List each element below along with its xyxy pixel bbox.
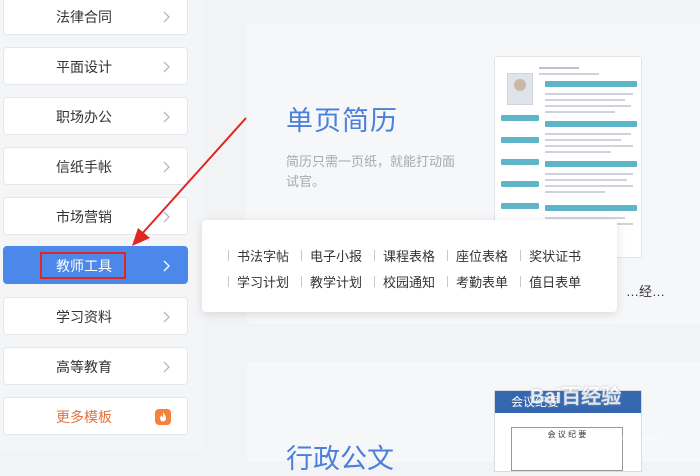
sidebar-item-label: 市场营销 [56,209,112,225]
resume-line [545,93,633,95]
template-card-document[interactable]: 行政公文 会议纪要 会 议 纪 要 [246,362,700,474]
resume-line [545,139,621,141]
resume-line [545,179,627,181]
resume-section-bar [545,81,637,87]
sidebar-item-study-materials[interactable]: 学习资料 [3,297,188,335]
chevron-right-icon [163,111,170,123]
resume-line [545,173,633,175]
submenu-item-timetable[interactable]: 课程表格 [374,246,435,265]
submenu-item-certificate[interactable]: 奖状证书 [520,246,581,265]
card-title: 行政公文 [286,444,394,474]
submenu-item-calligraphy[interactable]: 书法字帖 [228,246,289,265]
chevron-right-icon [163,260,170,272]
teacher-tools-submenu: 书法字帖 电子小报 课程表格 座位表格 奖状证书 学习计划 教学计划 校园通知 … [202,220,617,312]
fire-icon [155,409,171,425]
sidebar-item-graphic-design[interactable]: 平面设计 [3,47,188,85]
card-title: 单页简历 [286,106,398,136]
watermark-url: jingyan.baidu.com [586,432,659,442]
resume-line [545,99,625,101]
card-description: 简历只需一页纸，就能打动面试官。 [286,154,456,189]
highlight-box [40,252,126,279]
resume-line [539,67,579,69]
sidebar-item-more-templates[interactable]: 更多模板 [3,397,188,435]
submenu-item-teaching-plan[interactable]: 教学计划 [301,272,362,291]
sidebar-item-legal[interactable]: 法律合同 [3,0,188,35]
sidebar-item-label: 高等教育 [56,359,112,375]
chevron-right-icon [163,211,170,223]
chevron-right-icon [163,361,170,373]
resume-line [545,151,611,153]
sidebar-item-label: 信纸手帐 [56,159,112,175]
resume-line [545,145,633,147]
watermark: Bai百经验 [530,386,622,408]
resume-line [539,73,599,75]
resume-line [545,105,631,107]
resume-section-bar [545,205,637,211]
submenu-row: 学习计划 教学计划 校园通知 考勤表单 值日表单 [228,272,581,291]
sidebar-item-marketing[interactable]: 市场营销 [3,197,188,235]
sidebar-item-label: 学习资料 [56,309,112,325]
resume-line [545,185,633,187]
resume-line [545,111,615,113]
sidebar-item-office[interactable]: 职场办公 [3,97,188,135]
submenu-item-duty-roster[interactable]: 值日表单 [520,272,581,291]
sidebar-item-label: 职场办公 [56,109,112,125]
chevron-right-icon [163,61,170,73]
category-sidebar: 法律合同 平面设计 职场办公 信纸手帐 市场营销 教师工具 学习资料 高等教育 … [0,0,205,450]
resume-line [545,133,631,135]
submenu-item-seating-chart[interactable]: 座位表格 [447,246,508,265]
sidebar-item-stationery[interactable]: 信纸手帐 [3,147,188,185]
sidebar-item-label: 平面设计 [56,59,112,75]
avatar [507,73,533,105]
submenu-item-study-plan[interactable]: 学习计划 [228,272,289,291]
resume-line [545,217,625,219]
submenu-item-campus-notice[interactable]: 校园通知 [374,272,435,291]
chevron-right-icon [163,11,170,23]
resume-section-bar [545,121,637,127]
sidebar-item-higher-education[interactable]: 高等教育 [3,347,188,385]
resume-line [545,191,605,193]
submenu-item-attendance[interactable]: 考勤表单 [447,272,508,291]
sidebar-item-label: 法律合同 [56,9,112,25]
chevron-right-icon [163,311,170,323]
submenu-row: 书法字帖 电子小报 课程表格 座位表格 奖状证书 [228,246,581,265]
resume-section-bar [545,161,637,167]
submenu-item-e-newspaper[interactable]: 电子小报 [301,246,362,265]
sidebar-item-label: 更多模板 [56,409,112,425]
chevron-right-icon [163,161,170,173]
card-truncated-text: …经… [626,284,666,299]
